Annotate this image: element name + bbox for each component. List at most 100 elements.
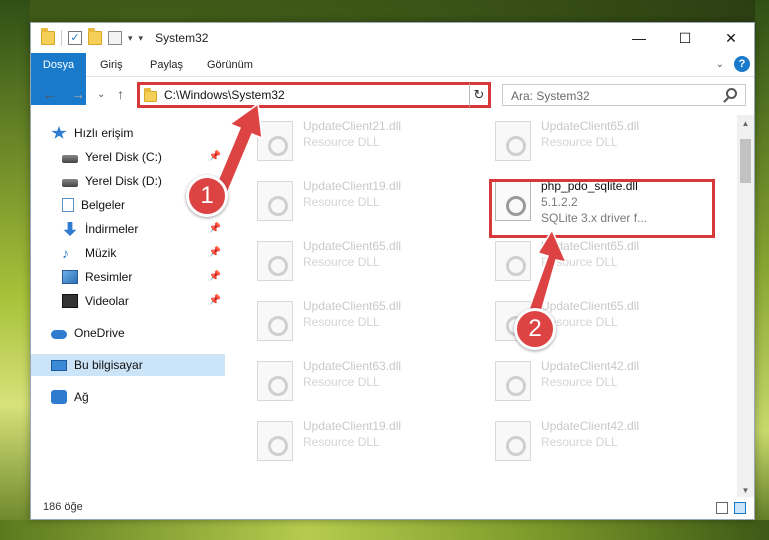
file-list: UpdateClient21.dll Resource DLL UpdateCl… [245, 115, 737, 495]
search-input[interactable]: Ara: System32 [502, 84, 746, 106]
address-path: C:\Windows\System32 [164, 88, 285, 102]
sidebar-item-this-pc[interactable]: Bu bilgisayar [31, 354, 225, 376]
search-icon [726, 88, 737, 99]
file-item[interactable]: UpdateClient65.dll Resource DLL [489, 235, 709, 287]
file-item[interactable]: UpdateClient42.dll Resource DLL [489, 355, 709, 407]
back-arrow-icon[interactable]: ← [43, 86, 57, 102]
file-name: UpdateClient65.dll [541, 239, 640, 253]
scroll-up-icon[interactable]: ▲ [737, 115, 754, 132]
file-name: UpdateClient65.dll [541, 299, 640, 313]
file-item[interactable]: UpdateClient63.dll Resource DLL [251, 355, 471, 407]
close-icon: ✕ [725, 29, 737, 46]
dll-file-icon [495, 361, 531, 401]
file-name: UpdateClient19.dll [303, 179, 402, 193]
file-name: UpdateClient42.dll [541, 359, 640, 373]
wallpaper-right [755, 0, 769, 540]
dll-file-icon [257, 241, 293, 281]
file-name: UpdateClient42.dll [541, 419, 640, 433]
sidebar-item-onedrive[interactable]: OneDrive [31, 322, 225, 344]
sidebar-item-pictures[interactable]: Resimler 📌 [31, 266, 225, 288]
computer-icon [51, 359, 67, 371]
sidebar-item-quick-access[interactable]: Hızlı erişim [31, 122, 225, 144]
sidebar-item-videos[interactable]: Videolar 📌 [31, 290, 225, 312]
sidebar-item-label: Belgeler [81, 198, 126, 212]
pictures-icon [62, 270, 78, 284]
file-item[interactable]: UpdateClient42.dll Resource DLL [489, 415, 709, 467]
navigation-pane: Hızlı erişim Yerel Disk (C:) 📌 Yerel Dis… [31, 115, 225, 495]
file-item[interactable]: UpdateClient21.dll Resource DLL [251, 115, 471, 167]
pin-icon[interactable]: 📌 [209, 223, 221, 234]
ribbon-right: ⌄ ? [716, 56, 750, 72]
new-folder-icon[interactable] [88, 28, 102, 45]
refresh-icon: ↻ [473, 87, 485, 102]
item-count: 186 öğe [43, 501, 83, 513]
sidebar-item-downloads[interactable]: İndirmeler 📌 [31, 218, 225, 240]
vertical-scrollbar[interactable]: ▲ ▼ [737, 115, 754, 499]
minimize-button[interactable]: — [616, 23, 662, 53]
file-item[interactable]: UpdateClient65.dll Resource DLL [489, 115, 709, 167]
window-controls: — ☐ ✕ [616, 23, 754, 53]
sidebar-item-music[interactable]: ♪ Müzik 📌 [31, 242, 225, 264]
disk-icon [62, 155, 78, 163]
sidebar-item-network[interactable]: Ağ [31, 386, 225, 408]
file-item[interactable]: UpdateClient19.dll Resource DLL [251, 415, 471, 467]
sidebar-item-label: Bu bilgisayar [74, 358, 143, 372]
search-placeholder: Ara: System32 [511, 89, 590, 103]
file-name: UpdateClient65.dll [541, 119, 640, 133]
cloud-icon [51, 330, 67, 339]
file-description: Resource DLL [541, 435, 618, 449]
pin-icon[interactable]: 📌 [209, 295, 221, 306]
sidebar-item-disk-c[interactable]: Yerel Disk (C:) 📌 [31, 146, 225, 168]
address-bar[interactable]: C:\Windows\System32 ⌄ [137, 82, 490, 108]
scrollbar-thumb[interactable] [740, 139, 751, 183]
wallpaper-bottom [0, 520, 769, 540]
file-item[interactable]: UpdateClient65.dll Resource DLL [251, 295, 471, 347]
chevron-down-icon[interactable]: ▾ [128, 33, 133, 44]
folder-icon [144, 88, 157, 102]
tab-home[interactable]: Giriş [100, 53, 123, 77]
view-options-icon[interactable] [108, 31, 122, 45]
file-name: UpdateClient63.dll [303, 359, 402, 373]
dll-file-icon [495, 421, 531, 461]
file-description: Resource DLL [303, 435, 380, 449]
sidebar-item-label: Yerel Disk (C:) [85, 150, 162, 164]
details-view-icon[interactable] [716, 502, 728, 514]
sidebar-item-label: Videolar [85, 294, 129, 308]
sidebar-item-label: Müzik [85, 246, 117, 260]
quick-access-toolbar: ✓ ▾ ▾ [31, 28, 144, 46]
pin-icon[interactable]: 📌 [209, 247, 221, 258]
maximize-button[interactable]: ☐ [662, 23, 708, 53]
tiles-view-icon[interactable] [734, 502, 746, 514]
title-bar: ✓ ▾ ▾ System32 — ☐ ✕ [31, 23, 754, 53]
dll-file-icon [495, 241, 531, 281]
tab-share[interactable]: Paylaş [150, 53, 183, 77]
file-description: Resource DLL [541, 375, 618, 389]
file-item[interactable]: UpdateClient19.dll Resource DLL [251, 175, 471, 227]
expand-ribbon-icon[interactable]: ⌄ [716, 59, 724, 70]
file-description: Resource DLL [541, 135, 618, 149]
forward-arrow-icon[interactable]: → [71, 86, 85, 102]
refresh-button[interactable]: ↻ [469, 82, 491, 108]
explorer-window: ✓ ▾ ▾ System32 — ☐ ✕ Dosya Giriş Paylaş … [30, 22, 755, 520]
videos-icon [62, 294, 78, 308]
navigation-bar: ← → ⌄ ↑ C:\Windows\System32 ⌄ ↻ Ara: Sys… [31, 80, 754, 110]
folder-icon [41, 28, 55, 45]
dll-file-icon [495, 121, 531, 161]
customize-toolbar-icon[interactable]: ▾ [139, 33, 144, 44]
step-badge-2: 2 [514, 308, 556, 350]
tab-view[interactable]: Görünüm [207, 53, 253, 77]
help-icon[interactable]: ? [734, 56, 750, 72]
pin-icon[interactable]: 📌 [209, 271, 221, 282]
maximize-icon: ☐ [678, 29, 692, 46]
pin-icon[interactable]: 📌 [209, 151, 221, 162]
close-button[interactable]: ✕ [708, 23, 754, 53]
recent-locations-icon[interactable]: ⌄ [97, 89, 105, 100]
divider [61, 30, 62, 46]
music-icon: ♪ [62, 245, 69, 261]
up-arrow-icon[interactable]: ↑ [117, 86, 124, 102]
file-item[interactable]: UpdateClient65.dll Resource DLL [251, 235, 471, 287]
dll-file-icon [257, 181, 293, 221]
network-icon [51, 390, 67, 404]
properties-check-icon[interactable]: ✓ [68, 31, 82, 45]
window-title: System32 [155, 31, 209, 45]
